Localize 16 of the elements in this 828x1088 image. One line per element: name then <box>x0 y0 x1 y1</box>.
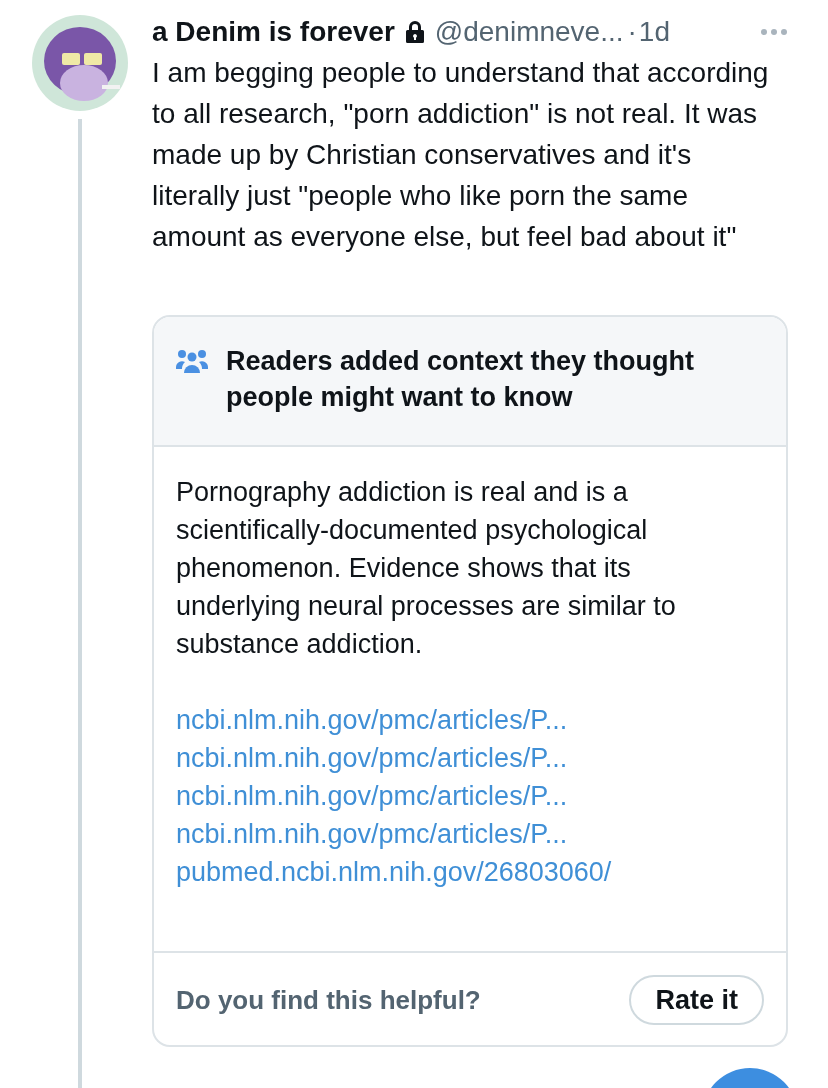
helpful-question: Do you find this helpful? <box>176 983 481 1017</box>
people-icon <box>176 349 208 373</box>
separator: · <box>627 15 637 49</box>
post-text: I am begging people to understand that according to all research, "porn addiction" is not real. It was made up by Christian conservatives and it's literally just "people who like porn the same amount as everyone else, but feel bad about it" <box>152 56 770 254</box>
source-link[interactable]: ncbi.nlm.nih.gov/pmc/articles/P... <box>176 739 568 777</box>
rate-button[interactable]: Rate it <box>629 975 764 1025</box>
source-link[interactable]: pubmed.ncbi.nlm.nih.gov/26803060/ <box>176 853 612 891</box>
source-link[interactable]: ncbi.nlm.nih.gov/pmc/articles/P... <box>176 815 568 853</box>
user-handle[interactable]: @denimneve... <box>434 14 624 50</box>
context-heading: Readers added context they thought people might want to know <box>226 345 696 414</box>
post-time[interactable]: 1d <box>638 14 670 50</box>
more-icon[interactable] <box>760 28 788 36</box>
source-link[interactable]: ncbi.nlm.nih.gov/pmc/articles/P... <box>176 701 568 739</box>
context-body: Pornography addiction is real and is a scientifically-documented psychological phenomenon. Evidence shows that its underlying neural processes are similar to substance addiction. <box>176 476 677 661</box>
source-link[interactable]: ncbi.nlm.nih.gov/pmc/articles/P... <box>176 777 568 815</box>
display-name[interactable]: a Denim is forever <box>152 14 395 50</box>
